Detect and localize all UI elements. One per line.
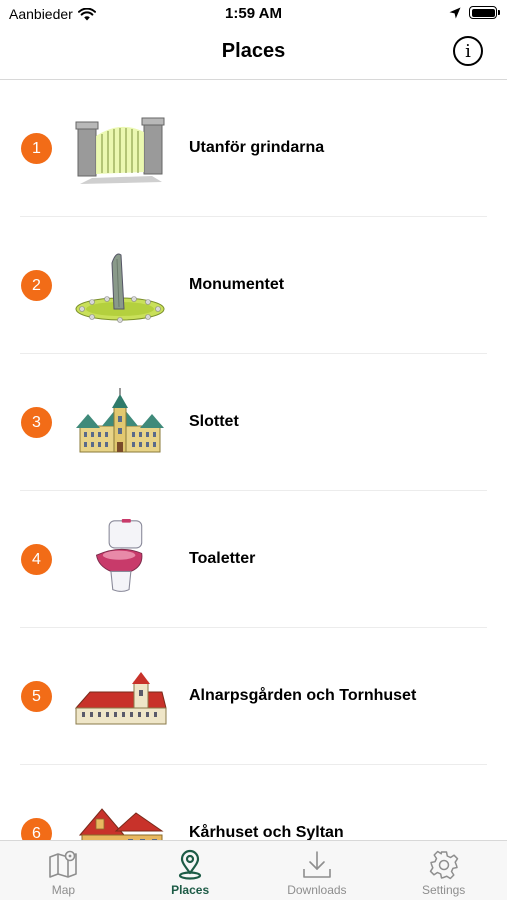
gate-illustration bbox=[75, 117, 165, 184]
castle-illustration bbox=[76, 388, 164, 453]
tab-label: Downloads bbox=[287, 883, 347, 897]
place-name: Utanför grindarna bbox=[189, 139, 325, 156]
status-time: 1:59 AM bbox=[225, 5, 282, 22]
place-number-badge: 5 bbox=[21, 681, 52, 712]
toilet-illustration bbox=[95, 519, 143, 592]
status-bar: Aanbieder 1:59 AM bbox=[0, 0, 507, 28]
tab-map[interactable]: Map bbox=[0, 841, 127, 900]
page-title: Places bbox=[221, 40, 286, 62]
place-number-badge: 6 bbox=[21, 818, 52, 840]
place-name: Slottet bbox=[189, 413, 239, 430]
place-row[interactable]: 5 Alnarpsgården och Tornhuset bbox=[0, 628, 507, 765]
place-name: Alnarpsgården och Tornhuset bbox=[189, 687, 417, 704]
tab-downloads[interactable]: Downloads bbox=[254, 841, 381, 900]
farmhouse-illustration bbox=[74, 672, 167, 725]
tab-settings[interactable]: Settings bbox=[380, 841, 507, 900]
tab-label: Map bbox=[51, 883, 76, 897]
place-row[interactable]: 2 Monumentet bbox=[0, 217, 507, 354]
tab-label: Places bbox=[171, 883, 210, 897]
info-button[interactable]: i bbox=[453, 36, 483, 66]
place-row[interactable]: 6 Kårhuset och Syltan bbox=[0, 765, 507, 840]
location-arrow-icon bbox=[449, 7, 461, 18]
map-icon bbox=[49, 850, 78, 878]
battery-icon bbox=[469, 6, 500, 19]
navigation-bar: Places i bbox=[0, 28, 507, 80]
download-icon bbox=[303, 851, 331, 878]
tab-bar: Map Places Downloads Settings bbox=[0, 840, 507, 900]
place-row[interactable]: 1 Utanför grindarna bbox=[0, 80, 507, 217]
places-list[interactable]: 1 Utanför grindarna 2 Monumentet 3 Slott… bbox=[0, 80, 507, 840]
place-number-badge: 3 bbox=[21, 407, 52, 438]
status-indicators bbox=[449, 6, 500, 19]
info-icon: i bbox=[465, 40, 471, 62]
place-number-badge: 2 bbox=[21, 270, 52, 301]
gear-icon bbox=[429, 850, 458, 880]
student-house-illustration bbox=[78, 808, 164, 840]
place-name: Monumentet bbox=[189, 276, 285, 293]
location-pin-icon bbox=[179, 849, 202, 880]
tab-places[interactable]: Places bbox=[127, 841, 254, 900]
place-name: Toaletter bbox=[189, 550, 256, 567]
monument-illustration bbox=[75, 253, 165, 323]
place-number-badge: 4 bbox=[21, 544, 52, 575]
place-row[interactable]: 3 Slottet bbox=[0, 354, 507, 491]
place-name: Kårhuset och Syltan bbox=[189, 824, 344, 840]
place-row[interactable]: 4 Toaletter bbox=[0, 491, 507, 628]
place-number-badge: 1 bbox=[21, 133, 52, 164]
tab-label: Settings bbox=[421, 883, 466, 897]
